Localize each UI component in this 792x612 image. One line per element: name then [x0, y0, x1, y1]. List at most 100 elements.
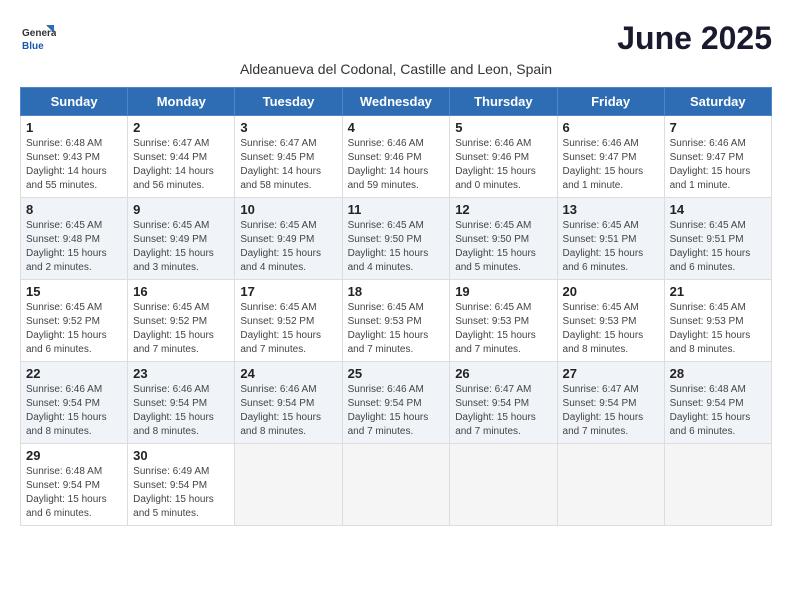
calendar-cell: 9 Sunrise: 6:45 AM Sunset: 9:49 PM Daylig… — [128, 198, 235, 280]
calendar-day-header: Monday — [128, 88, 235, 116]
logo-svg: General Blue — [20, 21, 56, 57]
calendar-cell: 30 Sunrise: 6:49 AM Sunset: 9:54 PM Dayli… — [128, 444, 235, 526]
calendar-cell: 22 Sunrise: 6:46 AM Sunset: 9:54 PM Dayli… — [21, 362, 128, 444]
calendar-cell: 8 Sunrise: 6:45 AM Sunset: 9:48 PM Daylig… — [21, 198, 128, 280]
cell-content: Sunrise: 6:45 AM Sunset: 9:52 PM Dayligh… — [26, 301, 122, 357]
cell-content: Sunrise: 6:45 AM Sunset: 9:53 PM Dayligh… — [348, 301, 445, 357]
day-number: 20 — [563, 284, 659, 299]
cell-content: Sunrise: 6:46 AM Sunset: 9:54 PM Dayligh… — [133, 383, 229, 439]
day-number: 9 — [133, 202, 229, 217]
cell-content: Sunrise: 6:45 AM Sunset: 9:49 PM Dayligh… — [240, 219, 336, 275]
day-number: 8 — [26, 202, 122, 217]
calendar-cell: 16 Sunrise: 6:45 AM Sunset: 9:52 PM Dayli… — [128, 280, 235, 362]
day-number: 23 — [133, 366, 229, 381]
cell-content: Sunrise: 6:47 AM Sunset: 9:45 PM Dayligh… — [240, 137, 336, 193]
calendar-cell — [235, 444, 342, 526]
cell-content: Sunrise: 6:48 AM Sunset: 9:54 PM Dayligh… — [26, 465, 122, 521]
cell-content: Sunrise: 6:48 AM Sunset: 9:43 PM Dayligh… — [26, 137, 122, 193]
calendar-cell: 7 Sunrise: 6:46 AM Sunset: 9:47 PM Daylig… — [664, 116, 771, 198]
day-number: 29 — [26, 448, 122, 463]
day-number: 4 — [348, 120, 445, 135]
day-number: 26 — [455, 366, 551, 381]
calendar-week-row: 29 Sunrise: 6:48 AM Sunset: 9:54 PM Dayli… — [21, 444, 772, 526]
calendar-cell: 21Sunrise: 6:45 AM Sunset: 9:53 PM Dayli… — [664, 280, 771, 362]
calendar-day-header: Sunday — [21, 88, 128, 116]
logo: General Blue — [20, 21, 56, 57]
cell-content: Sunrise: 6:45 AM Sunset: 9:51 PM Dayligh… — [670, 219, 766, 275]
cell-content: Sunrise: 6:46 AM Sunset: 9:54 PM Dayligh… — [240, 383, 336, 439]
cell-content: Sunrise: 6:45 AM Sunset: 9:48 PM Dayligh… — [26, 219, 122, 275]
calendar-cell: 10 Sunrise: 6:45 AM Sunset: 9:49 PM Dayli… — [235, 198, 342, 280]
cell-content: Sunrise: 6:45 AM Sunset: 9:52 PM Dayligh… — [133, 301, 229, 357]
calendar-cell: 23 Sunrise: 6:46 AM Sunset: 9:54 PM Dayli… — [128, 362, 235, 444]
calendar-cell — [450, 444, 557, 526]
calendar-cell: 3 Sunrise: 6:47 AM Sunset: 9:45 PM Daylig… — [235, 116, 342, 198]
cell-content: Sunrise: 6:46 AM Sunset: 9:47 PM Dayligh… — [670, 137, 766, 193]
cell-content: Sunrise: 6:47 AM Sunset: 9:54 PM Dayligh… — [563, 383, 659, 439]
cell-content: Sunrise: 6:45 AM Sunset: 9:50 PM Dayligh… — [348, 219, 445, 275]
day-number: 21 — [670, 284, 766, 299]
cell-content: Sunrise: 6:45 AM Sunset: 9:53 PM Dayligh… — [563, 301, 659, 357]
calendar-week-row: 15Sunrise: 6:45 AM Sunset: 9:52 PM Dayli… — [21, 280, 772, 362]
page-title: June 2025 — [617, 20, 772, 57]
day-number: 10 — [240, 202, 336, 217]
calendar-cell: 2 Sunrise: 6:47 AM Sunset: 9:44 PM Daylig… — [128, 116, 235, 198]
cell-content: Sunrise: 6:46 AM Sunset: 9:47 PM Dayligh… — [563, 137, 659, 193]
cell-content: Sunrise: 6:46 AM Sunset: 9:46 PM Dayligh… — [455, 137, 551, 193]
calendar-cell: 28 Sunrise: 6:48 AM Sunset: 9:54 PM Dayli… — [664, 362, 771, 444]
calendar-cell: 15Sunrise: 6:45 AM Sunset: 9:52 PM Dayli… — [21, 280, 128, 362]
subtitle: Aldeanueva del Codonal, Castille and Leo… — [20, 61, 772, 77]
calendar-week-row: 1 Sunrise: 6:48 AM Sunset: 9:43 PM Daylig… — [21, 116, 772, 198]
day-number: 30 — [133, 448, 229, 463]
calendar-day-header: Thursday — [450, 88, 557, 116]
day-number: 16 — [133, 284, 229, 299]
cell-content: Sunrise: 6:46 AM Sunset: 9:54 PM Dayligh… — [348, 383, 445, 439]
cell-content: Sunrise: 6:47 AM Sunset: 9:54 PM Dayligh… — [455, 383, 551, 439]
cell-content: Sunrise: 6:45 AM Sunset: 9:52 PM Dayligh… — [240, 301, 336, 357]
day-number: 7 — [670, 120, 766, 135]
day-number: 17 — [240, 284, 336, 299]
calendar-table: SundayMondayTuesdayWednesdayThursdayFrid… — [20, 87, 772, 526]
day-number: 2 — [133, 120, 229, 135]
cell-content: Sunrise: 6:47 AM Sunset: 9:44 PM Dayligh… — [133, 137, 229, 193]
day-number: 12 — [455, 202, 551, 217]
day-number: 22 — [26, 366, 122, 381]
calendar-day-header: Wednesday — [342, 88, 450, 116]
day-number: 28 — [670, 366, 766, 381]
calendar-cell — [557, 444, 664, 526]
calendar-week-row: 22 Sunrise: 6:46 AM Sunset: 9:54 PM Dayli… — [21, 362, 772, 444]
header: General Blue June 2025 — [20, 20, 772, 57]
calendar-cell: 12 Sunrise: 6:45 AM Sunset: 9:50 PM Dayli… — [450, 198, 557, 280]
day-number: 1 — [26, 120, 122, 135]
day-number: 25 — [348, 366, 445, 381]
calendar-week-row: 8 Sunrise: 6:45 AM Sunset: 9:48 PM Daylig… — [21, 198, 772, 280]
calendar-cell: 11Sunrise: 6:45 AM Sunset: 9:50 PM Dayli… — [342, 198, 450, 280]
cell-content: Sunrise: 6:49 AM Sunset: 9:54 PM Dayligh… — [133, 465, 229, 521]
cell-content: Sunrise: 6:48 AM Sunset: 9:54 PM Dayligh… — [670, 383, 766, 439]
calendar-cell: 1 Sunrise: 6:48 AM Sunset: 9:43 PM Daylig… — [21, 116, 128, 198]
day-number: 5 — [455, 120, 551, 135]
calendar-cell: 17 Sunrise: 6:45 AM Sunset: 9:52 PM Dayli… — [235, 280, 342, 362]
calendar-cell: 19 Sunrise: 6:45 AM Sunset: 9:53 PM Dayli… — [450, 280, 557, 362]
day-number: 19 — [455, 284, 551, 299]
calendar-cell: 14 Sunrise: 6:45 AM Sunset: 9:51 PM Dayli… — [664, 198, 771, 280]
calendar-cell: 25 Sunrise: 6:46 AM Sunset: 9:54 PM Dayli… — [342, 362, 450, 444]
cell-content: Sunrise: 6:45 AM Sunset: 9:50 PM Dayligh… — [455, 219, 551, 275]
svg-text:Blue: Blue — [22, 41, 44, 52]
cell-content: Sunrise: 6:46 AM Sunset: 9:54 PM Dayligh… — [26, 383, 122, 439]
calendar-cell: 13Sunrise: 6:45 AM Sunset: 9:51 PM Dayli… — [557, 198, 664, 280]
calendar-cell: 20 Sunrise: 6:45 AM Sunset: 9:53 PM Dayli… — [557, 280, 664, 362]
calendar-header-row: SundayMondayTuesdayWednesdayThursdayFrid… — [21, 88, 772, 116]
day-number: 24 — [240, 366, 336, 381]
day-number: 18 — [348, 284, 445, 299]
day-number: 14 — [670, 202, 766, 217]
calendar-cell: 26 Sunrise: 6:47 AM Sunset: 9:54 PM Dayli… — [450, 362, 557, 444]
day-number: 6 — [563, 120, 659, 135]
calendar-cell: 6 Sunrise: 6:46 AM Sunset: 9:47 PM Daylig… — [557, 116, 664, 198]
calendar-cell — [664, 444, 771, 526]
day-number: 3 — [240, 120, 336, 135]
cell-content: Sunrise: 6:45 AM Sunset: 9:49 PM Dayligh… — [133, 219, 229, 275]
calendar-day-header: Friday — [557, 88, 664, 116]
cell-content: Sunrise: 6:45 AM Sunset: 9:53 PM Dayligh… — [455, 301, 551, 357]
calendar-cell: 27Sunrise: 6:47 AM Sunset: 9:54 PM Dayli… — [557, 362, 664, 444]
